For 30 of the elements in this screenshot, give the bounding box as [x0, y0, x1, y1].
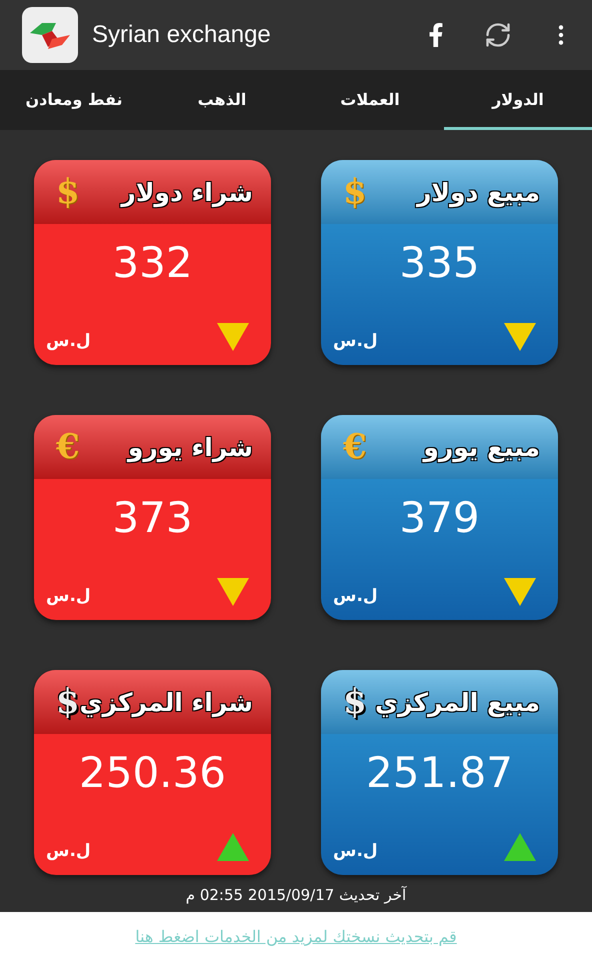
currency-label: ل.س: [46, 841, 91, 861]
rate-value: 335: [398, 238, 481, 287]
tab[interactable]: نفط ومعادن: [0, 70, 148, 130]
last-update-text: آخر تحديث 2015/09/17 02:55 م: [186, 886, 406, 904]
currency-symbol: €: [56, 427, 80, 467]
card-title: مبيع يورو: [423, 432, 540, 462]
card-title: شراء المركزي: [80, 688, 253, 716]
rate-value: 373: [111, 493, 194, 542]
rate-value: 379: [398, 493, 481, 542]
app-logo: [22, 7, 78, 63]
currency-label: ل.س: [333, 586, 378, 606]
card-title: شراء دولار: [121, 178, 253, 206]
currency-label: ل.س: [333, 841, 378, 861]
currency-label: ل.س: [46, 586, 91, 606]
currency-label: ل.س: [46, 331, 91, 351]
app-title: Syrian exchange: [92, 21, 272, 49]
card-title: مبيع دولار: [416, 178, 540, 206]
currency-symbol: $: [343, 682, 367, 722]
rate-value: 251.87: [365, 748, 514, 797]
tab[interactable]: العملات: [296, 70, 444, 130]
currency-symbol: €: [343, 427, 367, 467]
card-title: مبيع المركزي: [375, 688, 540, 716]
currency-symbol: $: [56, 172, 80, 212]
currency-label: ل.س: [333, 331, 378, 351]
rate-value: 332: [111, 238, 194, 287]
tab[interactable]: الذهب: [148, 70, 296, 130]
card-title: شراء يورو: [128, 432, 253, 462]
rate-value: 250.36: [78, 748, 227, 797]
currency-symbol: $: [343, 172, 367, 212]
currency-symbol: $: [56, 682, 80, 722]
